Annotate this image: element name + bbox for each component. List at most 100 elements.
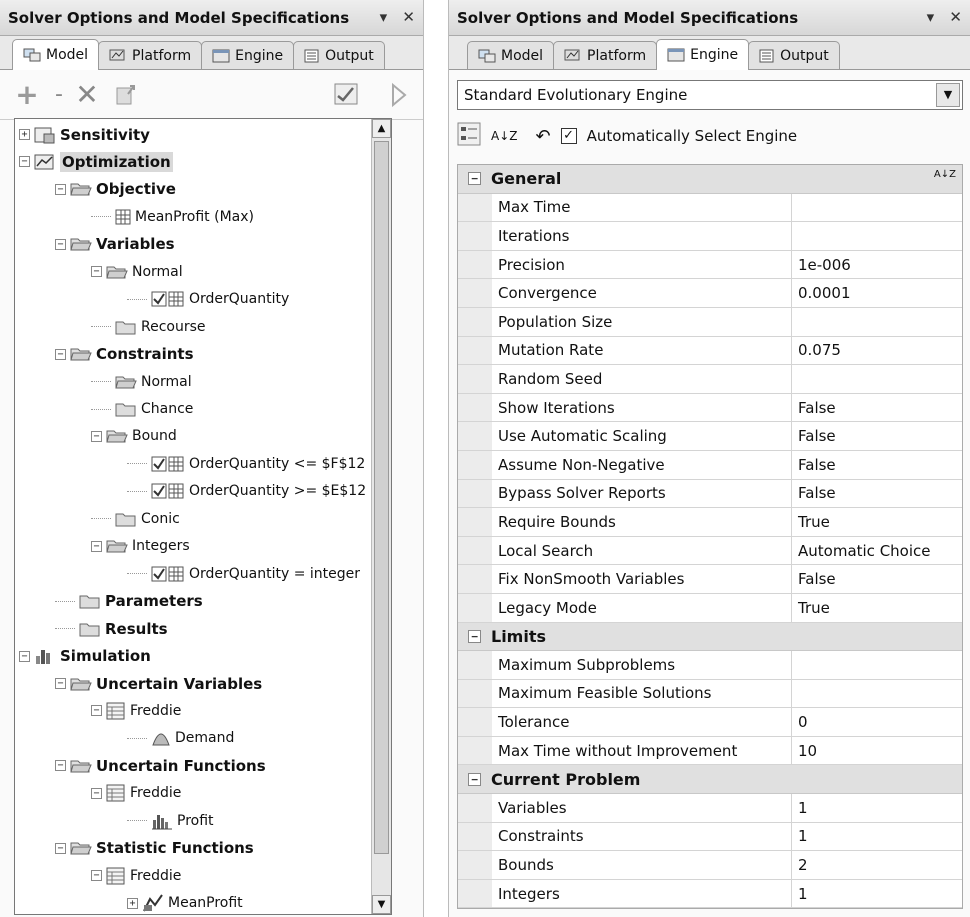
property-value[interactable]: 10: [792, 737, 962, 765]
analyze-icon[interactable]: [332, 80, 362, 110]
property-value[interactable]: False: [792, 565, 962, 593]
property-value[interactable]: [792, 308, 962, 336]
expand-icon[interactable]: +: [19, 129, 30, 140]
collapse-icon[interactable]: −: [91, 266, 102, 278]
close-icon[interactable]: ✕: [949, 8, 962, 26]
property-row[interactable]: Bypass Solver Reports False: [458, 479, 962, 509]
grid-category[interactable]: − General A↓Z: [458, 165, 962, 194]
tree-item[interactable]: − Objective: [55, 176, 176, 203]
tab-engine[interactable]: Engine: [201, 41, 295, 69]
property-value[interactable]: [792, 365, 962, 393]
property-row[interactable]: Require Bounds True: [458, 508, 962, 537]
property-value[interactable]: [792, 194, 962, 222]
property-value[interactable]: 0: [792, 708, 962, 736]
property-row[interactable]: Assume Non-Negative False: [458, 450, 962, 480]
tree-item[interactable]: − Freddie: [91, 697, 181, 724]
property-row[interactable]: Use Automatic Scaling False: [458, 422, 962, 451]
tree-item[interactable]: − Optimization: [19, 148, 173, 175]
grid-category[interactable]: − Limits: [458, 622, 962, 652]
scroll-up-icon[interactable]: ▲: [372, 119, 391, 138]
collapse-icon[interactable]: −: [19, 156, 30, 168]
sort-az-icon[interactable]: A↓Z: [934, 169, 956, 180]
tab-model[interactable]: Model: [12, 39, 100, 70]
tree-item[interactable]: − Constraints: [55, 341, 194, 368]
tree-item[interactable]: Recourse: [91, 313, 206, 340]
property-value[interactable]: False: [792, 394, 962, 422]
add-dropdown-icon[interactable]: -: [52, 80, 66, 110]
property-row[interactable]: Fix NonSmooth Variables False: [458, 565, 962, 594]
tree-item[interactable]: Parameters: [55, 588, 203, 615]
property-value[interactable]: False: [792, 480, 962, 508]
collapse-icon[interactable]: −: [91, 787, 102, 799]
property-value[interactable]: Automatic Choice: [792, 537, 962, 565]
property-value[interactable]: True: [792, 508, 962, 536]
solve-icon[interactable]: [384, 80, 414, 110]
delete-icon[interactable]: ✕: [72, 78, 102, 111]
tree-item[interactable]: Normal: [91, 368, 192, 395]
property-value[interactable]: 1: [792, 794, 962, 822]
tree-item[interactable]: − Freddie: [91, 862, 181, 889]
tab-platform[interactable]: Platform: [553, 41, 658, 69]
tree-item[interactable]: − Variables: [55, 231, 175, 258]
property-value[interactable]: False: [792, 422, 962, 450]
tree-item[interactable]: Profit: [127, 807, 214, 834]
tab-model[interactable]: Model: [467, 41, 555, 69]
undo-icon[interactable]: ↶: [535, 126, 550, 147]
tree-item[interactable]: − Integers: [91, 533, 190, 560]
expand-icon[interactable]: +: [127, 897, 138, 909]
refresh-icon[interactable]: [112, 80, 142, 110]
tree-item[interactable]: + MeanProfit: [127, 890, 243, 914]
tree-item[interactable]: OrderQuantity = integer: [127, 560, 360, 587]
property-row[interactable]: Constraints 1: [458, 822, 962, 852]
property-row[interactable]: Convergence 0.0001: [458, 279, 962, 308]
tree-item[interactable]: + Sensitivity: [19, 121, 150, 148]
property-row[interactable]: Local Search Automatic Choice: [458, 536, 962, 566]
grid-category[interactable]: − Current Problem: [458, 765, 962, 795]
chevron-down-icon[interactable]: ▼: [936, 83, 960, 107]
property-value[interactable]: 1: [792, 880, 962, 908]
collapse-icon[interactable]: −: [91, 870, 102, 882]
tree-item[interactable]: − Simulation: [19, 643, 151, 670]
tree-item[interactable]: − Statistic Functions: [55, 835, 254, 862]
tree-item[interactable]: OrderQuantity >= $E$12: [127, 478, 366, 505]
collapse-icon[interactable]: −: [91, 430, 102, 442]
auto-select-checkbox[interactable]: ✓: [560, 128, 577, 144]
sort-az-icon[interactable]: A↓Z: [491, 129, 517, 143]
property-row[interactable]: Legacy Mode True: [458, 593, 962, 623]
property-row[interactable]: Tolerance 0: [458, 708, 962, 737]
property-value[interactable]: [792, 222, 962, 250]
tab-output[interactable]: Output: [748, 41, 840, 69]
property-value[interactable]: [792, 651, 962, 679]
tree-item[interactable]: − Normal: [91, 258, 183, 285]
property-row[interactable]: Population Size: [458, 307, 962, 337]
tree-item[interactable]: OrderQuantity <= $F$12: [127, 450, 365, 477]
property-row[interactable]: Maximum Feasible Solutions: [458, 679, 962, 709]
tree-item[interactable]: Conic: [91, 505, 180, 532]
property-row[interactable]: Precision 1e-006: [458, 250, 962, 280]
categorized-icon[interactable]: [457, 122, 481, 150]
property-row[interactable]: Max Time: [458, 193, 962, 223]
tree-item[interactable]: Chance: [91, 396, 193, 423]
property-row[interactable]: Maximum Subproblems: [458, 651, 962, 680]
tree-item[interactable]: OrderQuantity: [127, 286, 289, 313]
collapse-icon[interactable]: −: [55, 678, 66, 689]
property-value[interactable]: 0.0001: [792, 279, 962, 307]
property-value[interactable]: True: [792, 594, 962, 622]
tree-item[interactable]: − Uncertain Functions: [55, 752, 266, 779]
property-row[interactable]: Variables 1: [458, 794, 962, 823]
model-tree[interactable]: + Sensitivity − Optimization − Objective MeanP…: [14, 118, 392, 915]
collapse-icon[interactable]: −: [468, 172, 481, 186]
collapse-icon[interactable]: −: [468, 772, 481, 786]
tree-item[interactable]: − Uncertain Variables: [55, 670, 262, 697]
property-value[interactable]: 2: [792, 851, 962, 879]
collapse-icon[interactable]: −: [19, 650, 30, 662]
tree-item[interactable]: − Freddie: [91, 780, 181, 807]
tab-engine[interactable]: Engine: [656, 39, 750, 70]
collapse-icon[interactable]: −: [55, 760, 66, 772]
scroll-down-icon[interactable]: ▼: [372, 895, 391, 914]
property-value[interactable]: 0.075: [792, 337, 962, 365]
engine-select[interactable]: Standard Evolutionary Engine ▼: [457, 80, 963, 110]
tree-item[interactable]: Results: [55, 615, 168, 642]
add-icon[interactable]: +: [12, 78, 42, 111]
collapse-icon[interactable]: −: [55, 238, 66, 250]
